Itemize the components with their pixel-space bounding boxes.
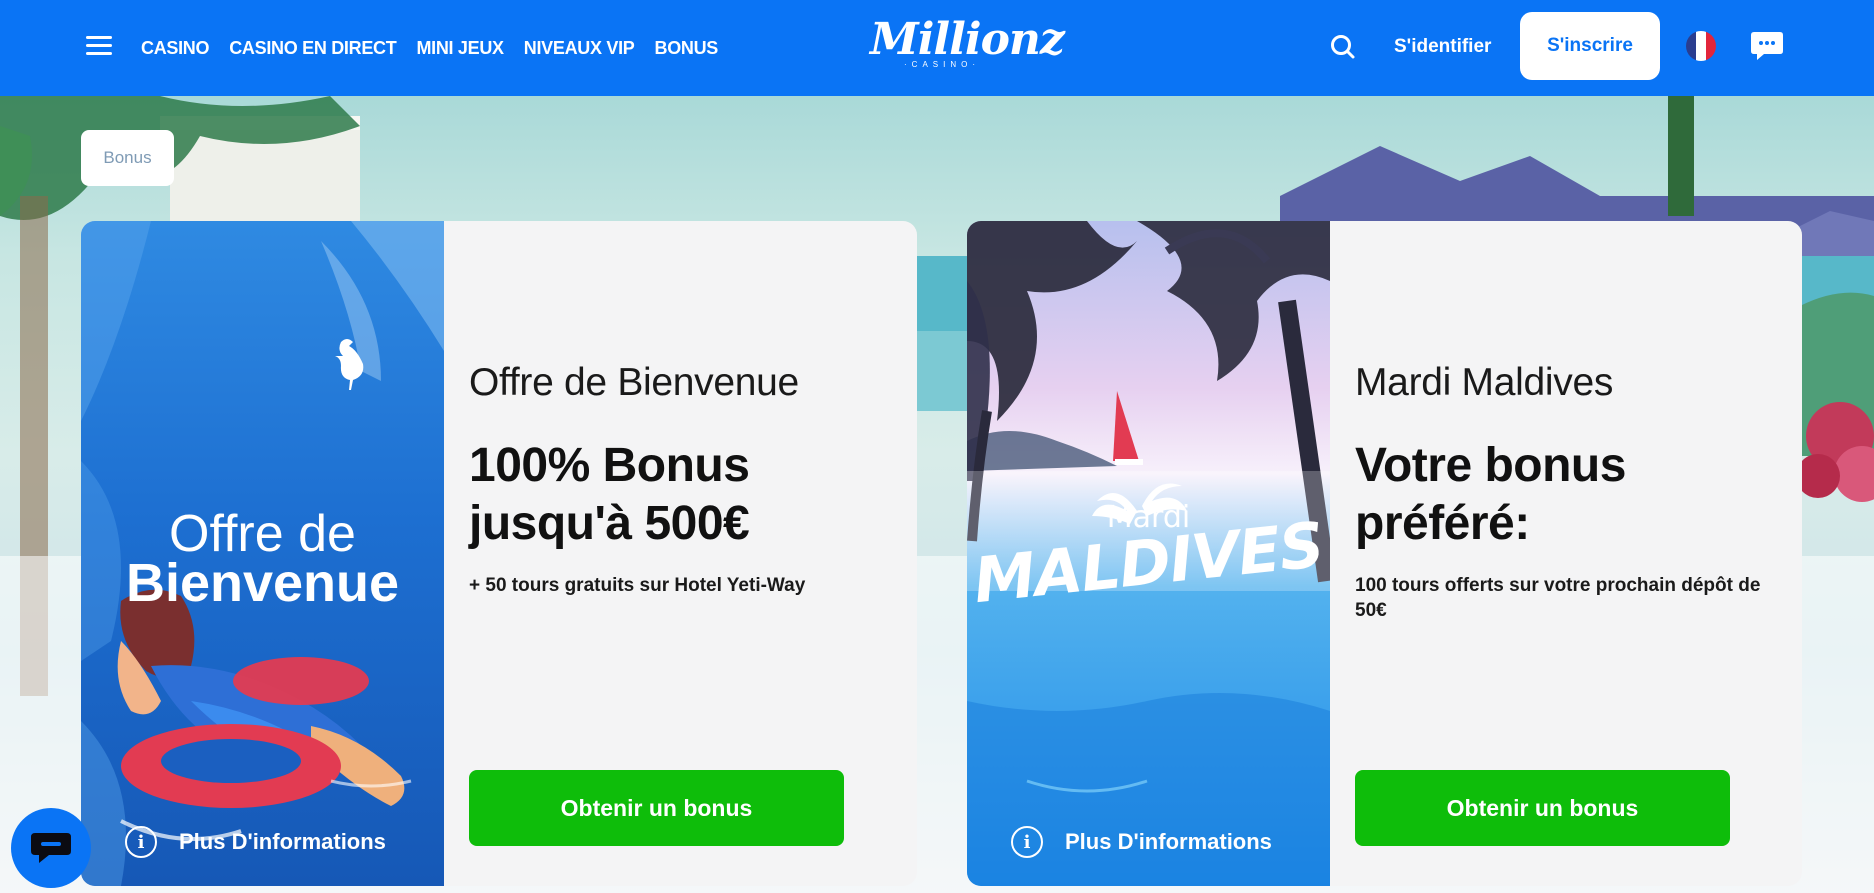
more-info-link-welcome[interactable]: i Plus D'informations: [125, 826, 386, 858]
nav-live-casino[interactable]: CASINO EN DIRECT: [229, 38, 397, 59]
more-info-label: Plus D'informations: [1065, 829, 1272, 854]
main-nav: CASINO CASINO EN DIRECT MINI JEUX NIVEAU…: [141, 0, 718, 96]
maldives-image-title: Mardi MALDIVES: [967, 503, 1330, 618]
welcome-image-title: Offre de Bienvenue: [81, 505, 444, 613]
maldives-offer-image[interactable]: Mardi MALDIVES i Plus D'informations: [967, 221, 1330, 886]
signup-button[interactable]: S'inscrire: [1520, 12, 1660, 80]
hamburger-icon[interactable]: [86, 34, 114, 58]
nav-bonus[interactable]: BONUS: [655, 38, 719, 59]
welcome-offer-image[interactable]: Offre de Bienvenue i Plus D'informations: [81, 221, 444, 886]
nav-mini-games[interactable]: MINI JEUX: [416, 38, 504, 59]
offer-title: Offre de Bienvenue: [469, 361, 799, 404]
chat-bubble-icon[interactable]: [1750, 30, 1784, 62]
top-header: CASINO CASINO EN DIRECT MINI JEUX NIVEAU…: [0, 0, 1874, 96]
nav-vip-levels[interactable]: NIVEAUX VIP: [524, 38, 635, 59]
welcome-image-line2: Bienvenue: [125, 553, 400, 613]
offer-headline: 100% Bonus jusqu'à 500€: [469, 439, 750, 550]
offer-headline: Votre bonus préféré:: [1355, 439, 1626, 550]
login-link[interactable]: S'identifier: [1394, 0, 1491, 96]
search-icon[interactable]: [1328, 32, 1358, 62]
welcome-image-line1: Offre de: [169, 505, 356, 563]
info-icon: i: [125, 826, 157, 858]
more-info-label: Plus D'informations: [179, 829, 386, 854]
logo-text: Millionz: [870, 14, 1065, 65]
nav-casino[interactable]: CASINO: [141, 38, 210, 59]
get-bonus-button[interactable]: Obtenir un bonus: [469, 770, 844, 846]
site-logo[interactable]: Millionz ·CASINO·: [870, 14, 1065, 76]
get-bonus-button[interactable]: Obtenir un bonus: [1355, 770, 1730, 846]
chat-icon[interactable]: [11, 808, 91, 888]
offer-title: Mardi Maldives: [1355, 361, 1614, 404]
info-icon: i: [1011, 826, 1043, 858]
maldives-card-body: Mardi Maldives Votre bonus préféré: 100 …: [1355, 221, 1772, 886]
breadcrumb[interactable]: Bonus: [81, 130, 174, 186]
welcome-card-body: Offre de Bienvenue 100% Bonus jusqu'à 50…: [469, 221, 887, 886]
bonus-card-maldives: Mardi MALDIVES i Plus D'informations Mar…: [967, 221, 1802, 886]
offer-description: + 50 tours gratuits sur Hotel Yeti-Way: [469, 575, 806, 596]
bonus-card-welcome: Offre de Bienvenue i Plus D'informations…: [81, 221, 917, 886]
offer-description: 100 tours offerts sur votre prochain dép…: [1355, 575, 1761, 621]
more-info-link-maldives[interactable]: i Plus D'informations: [1011, 826, 1272, 858]
flag-icon[interactable]: [1686, 31, 1716, 61]
